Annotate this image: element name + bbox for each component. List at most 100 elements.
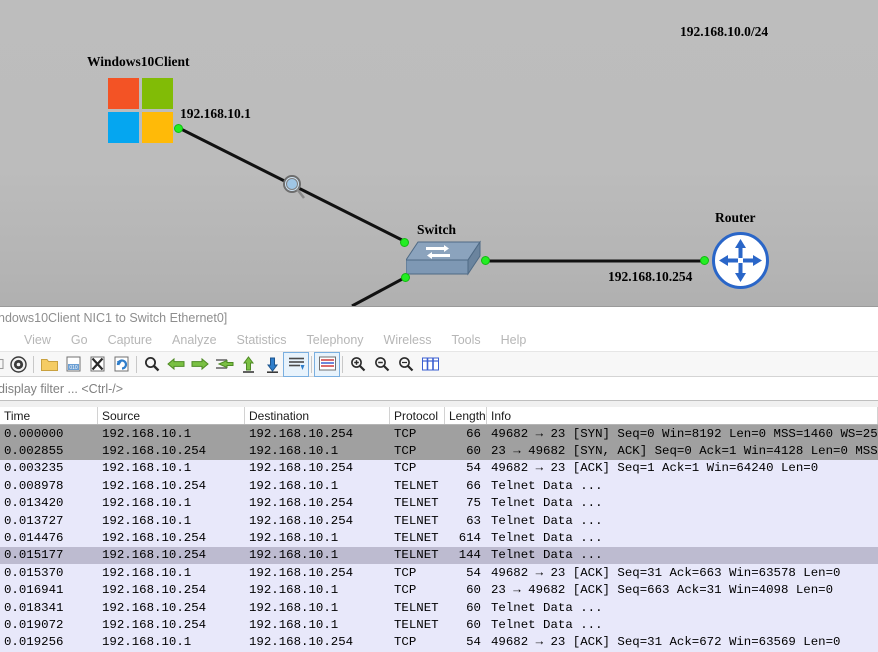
column-header-source[interactable]: Source — [98, 407, 245, 424]
menu-tools[interactable]: Tools — [441, 333, 490, 347]
packet-cell-time: 0.015370 — [0, 566, 98, 580]
packet-row[interactable]: 0.000000192.168.10.1192.168.10.254TCP664… — [0, 425, 878, 442]
display-filter-input[interactable]: display filter ... <Ctrl-/> — [0, 382, 123, 396]
packet-cell-time: 0.013420 — [0, 496, 98, 510]
menu-statistics[interactable]: Statistics — [227, 333, 297, 347]
subnet-label: 192.168.10.0/24 — [680, 24, 768, 40]
packet-cell-length: 66 — [445, 427, 487, 441]
packet-cell-protocol: TCP — [390, 444, 445, 458]
packet-cell-destination: 192.168.10.254 — [245, 427, 390, 441]
packet-row[interactable]: 0.016941192.168.10.254192.168.10.1TCP602… — [0, 582, 878, 599]
packet-cell-source: 192.168.10.1 — [98, 496, 245, 510]
packet-cell-time: 0.000000 — [0, 427, 98, 441]
packet-cell-destination: 192.168.10.1 — [245, 583, 390, 597]
router-ip-label: 192.168.10.254 — [608, 269, 692, 285]
port-dot-switch-ethernet2[interactable] — [401, 273, 410, 282]
packet-list-rows[interactable]: 0.000000192.168.10.1192.168.10.254TCP664… — [0, 425, 878, 651]
port-dot-switch-ethernet0[interactable] — [400, 238, 409, 247]
packet-cell-length: 60 — [445, 601, 487, 615]
column-header-time[interactable]: Time — [0, 407, 98, 424]
magnifier-icon[interactable] — [282, 174, 306, 200]
zoom-reset-icon[interactable] — [394, 353, 418, 376]
packet-row[interactable]: 0.019256192.168.10.1192.168.10.254TCP544… — [0, 634, 878, 651]
auto-scroll-icon[interactable] — [284, 353, 308, 376]
display-filter-bar[interactable]: display filter ... <Ctrl-/> — [0, 377, 878, 401]
port-dot-switch-ethernet1[interactable] — [481, 256, 490, 265]
packet-cell-protocol: TCP — [390, 635, 445, 649]
go-forward-icon[interactable] — [188, 353, 212, 376]
menu-analyze[interactable]: Analyze — [162, 333, 226, 347]
packet-cell-time: 0.019256 — [0, 635, 98, 649]
toolbar-separator-3 — [311, 356, 312, 373]
packet-cell-destination: 192.168.10.1 — [245, 618, 390, 632]
go-to-last-packet-icon[interactable] — [260, 353, 284, 376]
packet-row[interactable]: 0.013727192.168.10.1192.168.10.254TELNET… — [0, 512, 878, 529]
packet-row[interactable]: 0.019072192.168.10.254192.168.10.1TELNET… — [0, 616, 878, 633]
packet-cell-length: 60 — [445, 583, 487, 597]
wireshark-window-title: ndows10Client NIC1 to Switch Ethernet0] — [0, 311, 227, 325]
windows-logo-icon[interactable] — [108, 78, 173, 143]
packet-cell-time: 0.003235 — [0, 461, 98, 475]
packet-cell-destination: 192.168.10.254 — [245, 514, 390, 528]
packet-cell-info: 49682 → 23 [SYN] Seq=0 Win=8192 Len=0 MS… — [487, 427, 878, 441]
save-file-icon[interactable]: 010 — [61, 353, 85, 376]
open-file-icon[interactable] — [37, 353, 61, 376]
menu-view[interactable]: View — [14, 333, 61, 347]
menu-wireless[interactable]: Wireless — [374, 333, 442, 347]
packet-row[interactable]: 0.003235192.168.10.1192.168.10.254TCP544… — [0, 460, 878, 477]
column-header-info[interactable]: Info — [487, 407, 878, 424]
zoom-out-icon[interactable] — [370, 353, 394, 376]
switch-name-label: Switch — [417, 222, 456, 238]
packet-cell-destination: 192.168.10.1 — [245, 601, 390, 615]
packet-row[interactable]: 0.015177192.168.10.254192.168.10.1TELNET… — [0, 547, 878, 564]
colorize-icon[interactable] — [315, 353, 339, 376]
switch-icon[interactable] — [406, 238, 486, 280]
wireshark-titlebar[interactable]: ndows10Client NIC1 to Switch Ethernet0] — [0, 307, 878, 329]
column-header-length[interactable]: Length — [445, 407, 487, 424]
packet-list-header[interactable]: Time Source Destination Protocol Length … — [0, 407, 878, 425]
port-dot-client-nic1[interactable] — [174, 124, 183, 133]
menu-go[interactable]: Go — [61, 333, 98, 347]
packet-cell-time: 0.008978 — [0, 479, 98, 493]
packet-cell-destination: 192.168.10.1 — [245, 548, 390, 562]
packet-cell-source: 192.168.10.1 — [98, 514, 245, 528]
packet-cell-length: 66 — [445, 479, 487, 493]
wireshark-menubar[interactable]: View Go Capture Analyze Statistics Telep… — [0, 329, 878, 352]
find-packet-icon[interactable] — [140, 353, 164, 376]
packet-row[interactable]: 0.015370192.168.10.1192.168.10.254TCP544… — [0, 564, 878, 581]
packet-cell-info: 49682 → 23 [ACK] Seq=1 Ack=1 Win=64240 L… — [487, 461, 878, 475]
go-to-packet-icon[interactable] — [212, 353, 236, 376]
resize-columns-icon[interactable] — [418, 353, 442, 376]
zoom-in-icon[interactable] — [346, 353, 370, 376]
column-header-protocol[interactable]: Protocol — [390, 407, 445, 424]
packet-cell-length: 75 — [445, 496, 487, 510]
menu-help[interactable]: Help — [491, 333, 537, 347]
packet-cell-protocol: TELNET — [390, 479, 445, 493]
packet-cell-time: 0.015177 — [0, 548, 98, 562]
packet-cell-protocol: TELNET — [390, 601, 445, 615]
packet-cell-destination: 192.168.10.254 — [245, 461, 390, 475]
port-dot-router-ethernet0[interactable] — [700, 256, 709, 265]
packet-cell-time: 0.002855 — [0, 444, 98, 458]
packet-cell-info: Telnet Data ... — [487, 601, 878, 615]
packet-row[interactable]: 0.014476192.168.10.254192.168.10.1TELNET… — [0, 529, 878, 546]
menu-capture[interactable]: Capture — [98, 333, 162, 347]
packet-row[interactable]: 0.018341192.168.10.254192.168.10.1TELNET… — [0, 599, 878, 616]
packet-cell-info: Telnet Data ... — [487, 548, 878, 562]
packet-row[interactable]: 0.013420192.168.10.1192.168.10.254TELNET… — [0, 495, 878, 512]
router-icon[interactable] — [712, 232, 769, 289]
go-to-first-packet-icon[interactable] — [236, 353, 260, 376]
close-file-icon[interactable] — [85, 353, 109, 376]
column-header-destination[interactable]: Destination — [245, 407, 390, 424]
packet-list[interactable]: Time Source Destination Protocol Length … — [0, 407, 878, 652]
wireshark-window[interactable]: ndows10Client NIC1 to Switch Ethernet0] … — [0, 306, 878, 651]
reload-file-icon[interactable] — [109, 353, 133, 376]
menu-telephony[interactable]: Telephony — [297, 333, 374, 347]
wireshark-toolbar[interactable]: 010 — [0, 352, 878, 377]
start-capture-icon[interactable] — [6, 353, 30, 376]
packet-row[interactable]: 0.008978192.168.10.254192.168.10.1TELNET… — [0, 477, 878, 494]
network-topology-canvas[interactable]: 192.168.10.0/24 Windows10Client 192.168.… — [0, 0, 878, 306]
packet-row[interactable]: 0.002855192.168.10.254192.168.10.1TCP602… — [0, 442, 878, 459]
link-switch-to-offscreen[interactable] — [352, 277, 406, 306]
go-back-icon[interactable] — [164, 353, 188, 376]
